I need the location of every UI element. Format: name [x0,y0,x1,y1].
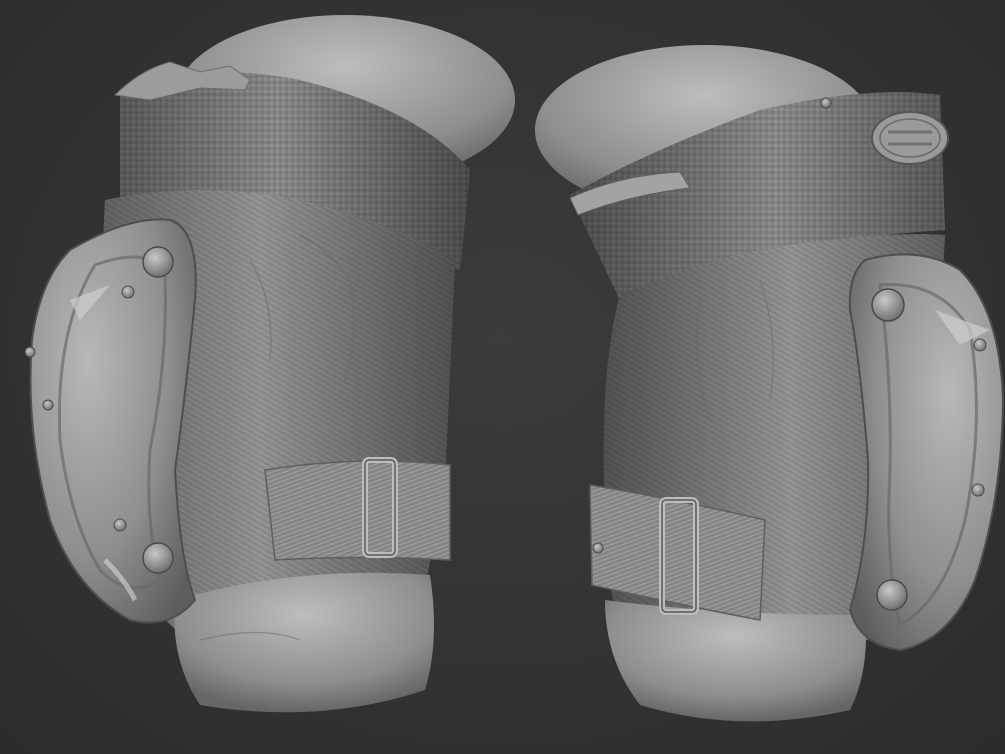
left-cap-screw [42,399,54,411]
left-cap-rivet [142,246,174,278]
viewport [0,0,1005,754]
left-cap-screw [121,285,135,299]
right-hard-cap [848,253,1005,652]
right-cap-rivet [876,579,908,611]
right-cap-screw [973,338,987,352]
left-bottom-foam-cuff [174,572,434,713]
sculpt-render [24,15,1005,722]
right-cap-rivet [871,288,905,322]
left-elbow-pad [24,15,515,713]
right-cap-screw [592,542,604,554]
right-cap-screw [820,97,832,109]
right-elbow-pad [535,45,1005,722]
left-cap-screw [113,518,127,532]
left-strap [264,460,451,561]
right-logo-patch [871,111,949,165]
left-cap-rivet [142,542,174,574]
right-bottom-foam-cuff [605,600,866,722]
right-cap-screw [971,483,985,497]
left-cap-screw [24,346,36,358]
